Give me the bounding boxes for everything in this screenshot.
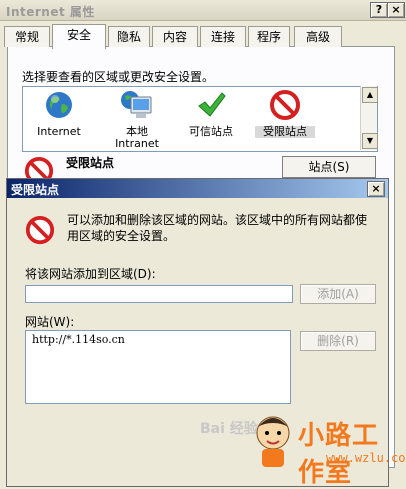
- help-button[interactable]: ?: [370, 2, 388, 18]
- dialog-titlebar[interactable]: 受限站点 ×: [7, 179, 388, 198]
- scroll-down-icon[interactable]: ▼: [362, 133, 378, 149]
- dialog-title: 受限站点: [11, 183, 60, 197]
- checkmark-icon: [198, 92, 226, 117]
- zone-restricted[interactable]: 受限站点: [255, 89, 315, 138]
- add-site-label: 将该网站添加到区域(D):: [25, 267, 156, 281]
- dialog-no-entry-icon: [25, 215, 55, 248]
- watermark-url: www.wzlu.com: [326, 451, 406, 465]
- tab-advanced[interactable]: 高级: [294, 26, 342, 47]
- dialog-info-text: 可以添加和删除该区域的网站。该区域中的所有网站都使用区域的安全设置。: [67, 213, 368, 243]
- globe-icon: [46, 92, 72, 118]
- add-site-input[interactable]: [25, 285, 293, 303]
- no-entry-icon: [270, 90, 300, 120]
- help-icon: ?: [375, 3, 383, 16]
- tab-security[interactable]: 安全: [52, 24, 106, 49]
- close-icon: ×: [371, 182, 381, 195]
- zone-trusted[interactable]: 可信站点: [181, 89, 241, 138]
- zone-local-intranet-label: 本地 Intranet: [115, 125, 159, 150]
- websites-list[interactable]: http://*.114so.cn: [25, 330, 291, 404]
- tab-content[interactable]: 内容: [152, 26, 198, 47]
- monitor-globe-icon: [121, 91, 152, 118]
- dialog-close-button[interactable]: ×: [367, 181, 385, 197]
- scroll-up-icon[interactable]: ▲: [362, 87, 378, 103]
- zone-prompt: 选择要查看的区域或更改安全设置。: [22, 70, 215, 84]
- back-window-titlebar: Internet 属性 ? ×: [0, 0, 406, 21]
- watermark-logo: 小路工作室 www.wzlu.com: [250, 407, 406, 488]
- zone-internet-label: Internet: [37, 125, 81, 138]
- close-icon: ×: [391, 3, 401, 16]
- back-restricted-heading: 受限站点: [66, 156, 115, 170]
- mascot-icon: [256, 416, 290, 467]
- zone-trusted-label: 可信站点: [189, 125, 233, 138]
- zone-restricted-label: 受限站点: [255, 126, 315, 138]
- add-button[interactable]: 添加(A): [300, 284, 376, 304]
- back-window-title: Internet 属性: [6, 5, 95, 19]
- tab-programs[interactable]: 程序: [248, 26, 290, 47]
- zone-list-scrollbar[interactable]: ▲ ▼: [360, 86, 378, 150]
- tab-general[interactable]: 常规: [4, 26, 50, 47]
- back-close-button[interactable]: ×: [387, 2, 405, 18]
- websites-label: 网站(W):: [25, 315, 75, 329]
- zone-list[interactable]: Internet 本地 Intranet 可信站点 受限站点: [22, 86, 378, 152]
- zone-internet[interactable]: Internet: [29, 89, 89, 138]
- tab-connections[interactable]: 连接: [200, 26, 246, 47]
- list-item[interactable]: http://*.114so.cn: [26, 331, 290, 348]
- zone-local-intranet[interactable]: 本地 Intranet: [107, 89, 167, 150]
- tab-privacy[interactable]: 隐私: [108, 26, 150, 47]
- sites-button[interactable]: 站点(S): [282, 156, 376, 178]
- remove-button[interactable]: 删除(R): [300, 331, 376, 351]
